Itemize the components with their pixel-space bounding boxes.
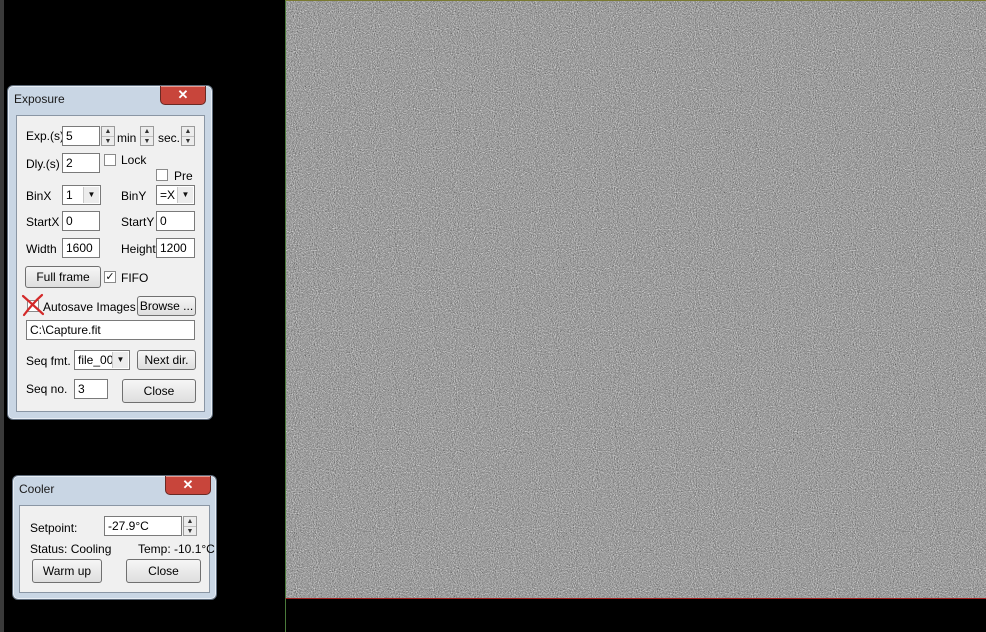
setpoint-spinner[interactable]: ▲ ▼ — [183, 516, 197, 536]
seq-fmt-select[interactable]: file_001 ▼ — [74, 350, 130, 370]
binx-select[interactable]: 1 ▼ — [62, 185, 101, 205]
spin-up-icon[interactable]: ▲ — [141, 127, 153, 137]
setpoint-label: Setpoint: — [30, 521, 78, 535]
startx-label: StartX — [26, 215, 60, 229]
cooler-close-icon[interactable]: ✕ — [165, 476, 211, 495]
sec-label: sec. — [158, 131, 181, 145]
lock-checkbox[interactable] — [104, 154, 116, 166]
exposure-window: Exposure ✕ Exp.(s) 5 ▲ ▼ min : ▲ ▼ sec. ▲ ▼… — [7, 85, 213, 420]
noise-image — [286, 1, 986, 598]
cooler-status-text: Status: Cooling — [30, 542, 112, 556]
exposure-window-title: Exposure — [14, 92, 65, 106]
browse-button[interactable]: Browse ... — [137, 296, 196, 316]
starty-label: StartY — [121, 215, 155, 229]
cooler-temp-text: Temp: -10.1°C — [138, 542, 215, 556]
delay-input[interactable]: 2 — [62, 153, 100, 173]
exposure-close-button[interactable]: Close — [122, 379, 196, 403]
exp-seconds-spinner[interactable]: ▲ ▼ — [101, 126, 115, 146]
cooler-close-button[interactable]: Close — [126, 559, 201, 583]
spin-up-icon[interactable]: ▲ — [184, 517, 196, 527]
starty-input[interactable]: 0 — [156, 211, 195, 231]
left-edge-strip — [0, 0, 4, 632]
spin-down-icon[interactable]: ▼ — [141, 137, 153, 146]
chevron-down-icon[interactable]: ▼ — [112, 352, 128, 368]
setpoint-input[interactable]: -27.9°C — [104, 516, 182, 536]
seq-no-label: Seq no. — [26, 382, 68, 396]
spin-up-icon[interactable]: ▲ — [182, 127, 194, 137]
cooler-window-title: Cooler — [19, 482, 55, 496]
pre-label: Pre — [174, 169, 193, 183]
biny-select[interactable]: =X ▼ — [156, 185, 195, 205]
fifo-checkbox[interactable]: ✓ — [104, 271, 116, 283]
chevron-down-icon[interactable]: ▼ — [177, 187, 193, 203]
spin-down-icon[interactable]: ▼ — [184, 527, 196, 536]
next-dir-button[interactable]: Next dir. — [137, 350, 196, 370]
seq-fmt-label: Seq fmt. — [26, 354, 71, 368]
width-input[interactable]: 1600 — [62, 238, 100, 258]
exposure-close-icon[interactable]: ✕ — [160, 86, 206, 105]
spin-down-icon[interactable]: ▼ — [102, 137, 114, 146]
fifo-label: FIFO — [121, 271, 149, 285]
height-label: Height — [121, 242, 156, 256]
seq-no-input[interactable]: 3 — [74, 379, 108, 399]
chevron-down-icon[interactable]: ▼ — [83, 187, 99, 203]
startx-input[interactable]: 0 — [62, 211, 100, 231]
binx-label: BinX — [26, 189, 52, 203]
spin-down-icon[interactable]: ▼ — [182, 137, 194, 146]
autosave-label: Autosave Images — [43, 300, 136, 314]
viewport-bottom-band — [285, 599, 986, 632]
biny-label: BinY — [121, 189, 147, 203]
warm-up-button[interactable]: Warm up — [32, 559, 102, 583]
binx-value: 1 — [66, 188, 73, 202]
width-label: Width — [26, 242, 57, 256]
biny-value: =X — [160, 188, 176, 202]
height-input[interactable]: 1200 — [156, 238, 195, 258]
cooler-window: Cooler ✕ Setpoint: -27.9°C ▲ ▼ Status: Co… — [12, 475, 217, 600]
full-frame-button[interactable]: Full frame — [25, 266, 101, 288]
lock-label: Lock — [121, 153, 147, 167]
exp-seconds-input[interactable]: 5 — [62, 126, 100, 146]
spin-up-icon[interactable]: ▲ — [102, 127, 114, 137]
exp-sec-spinner[interactable]: ▲ ▼ — [181, 126, 195, 146]
exp-minutes-spinner[interactable]: ▲ ▼ — [140, 126, 154, 146]
exp-label: Exp.(s) — [26, 129, 65, 143]
pre-checkbox[interactable] — [156, 169, 168, 181]
image-viewport[interactable] — [285, 0, 986, 599]
capture-path-input[interactable]: C:\Capture.fit — [26, 320, 195, 340]
dly-label: Dly.(s) — [26, 157, 60, 171]
